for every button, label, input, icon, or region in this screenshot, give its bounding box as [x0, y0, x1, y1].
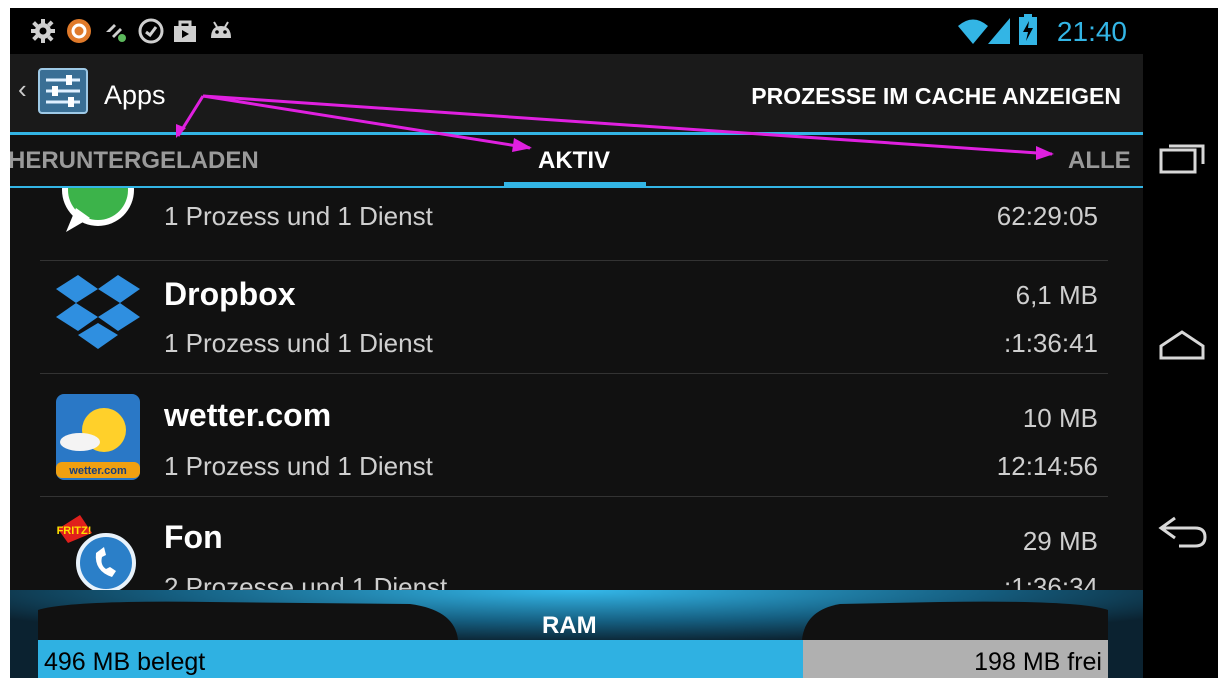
whatsapp-icon — [62, 188, 134, 232]
status-bar: 21:40 — [10, 8, 1143, 54]
status-time: 21:40 — [1056, 16, 1127, 47]
settings-sliders-icon[interactable] — [38, 68, 88, 114]
recent-apps-icon[interactable] — [1151, 136, 1211, 180]
app-runtime: 62:29:05 — [996, 201, 1098, 231]
clock-icon — [138, 18, 164, 44]
app-name: Fon — [164, 519, 223, 555]
app-memory-size: 29 MB — [1022, 526, 1098, 556]
sync-icon — [106, 24, 126, 42]
page-title[interactable]: Apps — [104, 80, 166, 111]
bag-icon — [174, 20, 196, 42]
fritz-fon-icon: FRITZ! — [57, 515, 136, 593]
tab-downloaded[interactable]: HERUNTERGELADEN — [10, 147, 259, 175]
back-icon[interactable] — [1151, 508, 1211, 552]
app-runtime: 12:14:56 — [996, 451, 1098, 481]
app-memory-size: 10 MB — [1022, 403, 1098, 433]
app-memory-size: 6,1 MB — [1015, 280, 1098, 310]
fritz-icon-text: FRITZ! — [57, 525, 92, 537]
ram-free-text: 198 MB frei — [974, 648, 1102, 676]
navigation-bar — [1143, 8, 1218, 678]
wifi-icon — [958, 19, 988, 44]
device-screen: 21:40 ‹ Apps PROZESSE IM CACHE ANZEIGEN … — [10, 8, 1143, 678]
app-name: wetter.com — [164, 397, 332, 433]
tab-all[interactable]: ALLE — [1068, 147, 1131, 175]
running-apps-list[interactable]: 1 Prozess und 1 Dienst 62:29:05 Dropbox … — [10, 188, 1143, 598]
signal-icon — [988, 18, 1010, 44]
app-process-info: 1 Prozess und 1 Dienst — [164, 328, 433, 358]
list-item[interactable]: FRITZ! Fon 2 Prozesse und 1 Dienst 29 MB… — [10, 497, 1143, 598]
back-caret-icon[interactable]: ‹ — [18, 74, 27, 105]
ram-usage-panel: RAM 496 MB belegt 198 MB frei — [10, 590, 1143, 678]
wetter-icon: wetter.com — [56, 394, 140, 480]
app-name: Dropbox — [164, 276, 296, 312]
show-cached-processes-button[interactable]: PROZESSE IM CACHE ANZEIGEN — [751, 83, 1121, 110]
home-icon[interactable] — [1151, 322, 1211, 366]
app-process-info: 1 Prozess und 1 Dienst — [164, 201, 433, 231]
ram-label: RAM — [542, 612, 597, 639]
list-item[interactable]: Dropbox 1 Prozess und 1 Dienst 6,1 MB :1… — [10, 251, 1143, 374]
ram-used-text: 496 MB belegt — [44, 648, 206, 676]
ram-bar: 496 MB belegt 198 MB frei — [38, 640, 1108, 678]
android-icon — [211, 21, 231, 38]
list-item[interactable]: wetter.com wetter.com 1 Prozess und 1 Di… — [10, 374, 1143, 497]
tab-active[interactable]: AKTIV — [538, 147, 610, 175]
action-bar: ‹ Apps PROZESSE IM CACHE ANZEIGEN — [10, 54, 1143, 132]
notification-app-icon — [67, 19, 91, 43]
dropbox-icon — [56, 275, 140, 349]
wetter-icon-text: wetter.com — [68, 465, 127, 477]
tab-bar: HERUNTERGELADEN AKTIV ALLE — [10, 135, 1143, 187]
app-runtime: :1:36:41 — [1004, 328, 1098, 358]
settings-icon — [31, 19, 55, 43]
app-process-info: 1 Prozess und 1 Dienst — [164, 451, 433, 481]
battery-icon — [1019, 14, 1037, 45]
